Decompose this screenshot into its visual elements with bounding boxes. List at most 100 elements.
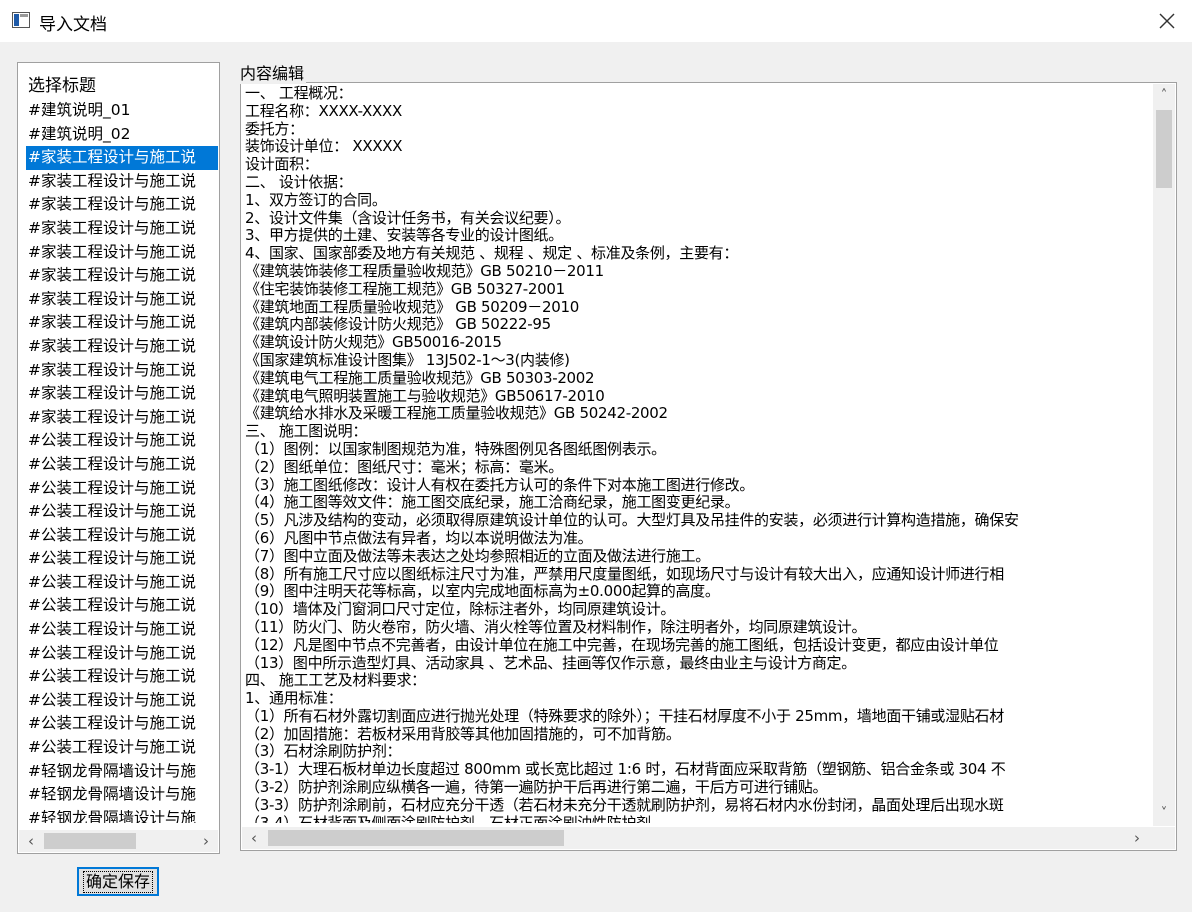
editor-text-line: （7）图中立面及做法等未表达之处均参照相近的立面及做法进行施工。	[245, 546, 710, 565]
editor-text-line: 2、设计文件集（含设计任务书，有关会议纪要）。	[245, 208, 571, 227]
editor-text-line: 《建筑内部装修设计防火规范》 GB 50222-95	[245, 315, 551, 334]
vertical-scrollbar-thumb[interactable]	[1156, 110, 1172, 188]
editor-text-line: （5）凡涉及结构的变动，必须取得原建筑设计单位的认可。大型灯具及吊挂件的安装，必…	[245, 511, 1019, 530]
title-list-item[interactable]: #轻钢龙骨隔墙设计与施	[26, 807, 218, 823]
editor-text-line: 1、通用标准：	[245, 689, 343, 708]
content-editor-text[interactable]: 一、 工程概况： 工程名称：XXXX-XXXX 委托方： 装饰设计单位： XXXXX 设…	[245, 85, 1151, 823]
close-icon	[1159, 13, 1175, 29]
title-list-item[interactable]: #公装工程设计与施工说	[26, 429, 218, 453]
confirm-save-button[interactable]: 确定保存	[77, 867, 159, 896]
title-list-item[interactable]: #家装工程设计与施工说	[26, 311, 218, 335]
editor-text-line: （6）凡图中节点做法有异者，均以本说明做法为准。	[245, 528, 593, 547]
editor-text-line: 装饰设计单位： XXXXX	[245, 137, 403, 156]
title-list-item[interactable]: #家装工程设计与施工说	[26, 170, 218, 194]
editor-text-line: 四、 施工工艺及材料要求：	[245, 671, 426, 690]
title-bar: 导入文档	[0, 0, 1192, 42]
editor-text-line: （1）图例：以国家制图规范为准，特殊图例见各图纸图例表示。	[245, 439, 666, 458]
window-title: 导入文档	[39, 15, 107, 35]
editor-text-line: 《住宅装饰装修工程施工规范》GB 50327-2001	[245, 279, 565, 298]
scroll-left-arrow-icon[interactable]: ‹	[246, 829, 262, 847]
close-button[interactable]	[1142, 0, 1192, 42]
editor-text-line: 工程名称：XXXX-XXXX	[245, 101, 402, 120]
horizontal-scrollbar-thumb[interactable]	[268, 830, 564, 846]
scroll-right-arrow-icon[interactable]: ›	[1129, 829, 1145, 847]
editor-text-line: （12）凡是图中节点不完善者，由设计单位在施工中完善，在现场完善的施工图纸，包括…	[245, 635, 999, 654]
scrollbar-thumb[interactable]	[44, 833, 136, 849]
editor-text-line: 4、国家、国家部委及地方有关规范 、规程 、规定 、标准及条例，主要有：	[245, 244, 739, 263]
editor-text-line: （2）图纸单位：图纸尺寸：毫米；标高：毫米。	[245, 457, 563, 476]
title-list-item[interactable]: #公装工程设计与施工说	[26, 477, 218, 501]
title-list-panel: 选择标题 #建筑说明_01 #建筑说明_02 #家装工程设计与施工说 #家装工程设计与…	[17, 62, 220, 854]
title-list-item[interactable]: #家装工程设计与施工说	[26, 217, 218, 241]
editor-text-line: 一、 工程概况：	[245, 85, 353, 102]
title-list[interactable]: #建筑说明_01 #建筑说明_02 #家装工程设计与施工说 #家装工程设计与施工说 #家…	[26, 99, 218, 823]
editor-text-line: （2）加固措施：若板材采用背胶等其他加固措施的，可不加背筋。	[245, 724, 681, 743]
editor-text-line: 二、 设计依据：	[245, 172, 353, 191]
editor-text-line: （3）施工图纸修改：设计人有权在委托方认可的条件下对本施工图进行修改。	[245, 475, 755, 494]
editor-text-line: （3）石材涂刷防护剂：	[245, 742, 402, 761]
title-list-item[interactable]: #家装工程设计与施工说	[26, 382, 218, 406]
title-list-item[interactable]: #公装工程设计与施工说	[26, 736, 218, 760]
scroll-up-arrow-icon[interactable]: ˄	[1156, 88, 1172, 104]
import-document-dialog: 导入文档 选择标题 #建筑说明_01 #建筑说明_02 #家装工程设计与施工说 #家装…	[0, 0, 1192, 912]
title-list-item[interactable]: #家装工程设计与施工说	[26, 288, 218, 312]
editor-text-line: （3-2）防护剂涂刷应纵横各一遍，待第一遍防护干后再进行第二遍，干后方可进行铺贴…	[245, 778, 828, 797]
scroll-right-arrow-icon[interactable]: ›	[198, 832, 214, 850]
title-list-horizontal-scrollbar[interactable]: ‹ ›	[19, 830, 218, 852]
editor-text-line: （1）所有石材外露切割面应进行抛光处理（特殊要求的除外）；干挂石材厚度不小于 2…	[245, 706, 1004, 725]
title-list-item[interactable]: #公装工程设计与施工说	[26, 547, 218, 571]
scroll-left-arrow-icon[interactable]: ‹	[23, 832, 39, 850]
title-list-item[interactable]: #公装工程设计与施工说	[26, 453, 218, 477]
title-list-item[interactable]: #建筑说明_01	[26, 99, 218, 123]
editor-text-line: 《建筑地面工程质量验收规范》 GB 50209－2010	[245, 297, 579, 316]
scrollbar-corner	[1153, 827, 1175, 849]
editor-text-line: 设计面积：	[245, 155, 319, 174]
editor-vertical-scrollbar[interactable]: ˄ ˅	[1153, 84, 1175, 826]
title-list-item[interactable]: #公装工程设计与施工说	[26, 500, 218, 524]
title-list-item[interactable]: #家装工程设计与施工说	[26, 193, 218, 217]
title-list-item[interactable]: #家装工程设计与施工说	[26, 335, 218, 359]
title-list-item[interactable]: #建筑说明_02	[26, 123, 218, 147]
editor-text-line: （8）所有施工尺寸应以图纸标注尺寸为准，严禁用尺度量图纸，如现场尺寸与设计有较大…	[245, 564, 1004, 583]
editor-text-line: （3-4）石材背面及侧面涂刷防护剂，石材正面涂刷油性防护剂。	[245, 813, 666, 823]
editor-text-line: 《建筑电气照明装置施工与验收规范》GB50617-2010	[245, 386, 605, 405]
editor-text-line: 《建筑给水排水及采暖工程施工质量验收规范》GB 50242-2002	[245, 404, 668, 423]
editor-text-line: 1、双方签订的合同。	[245, 190, 387, 209]
editor-text-line: （10）墙体及门窗洞口尺寸定位，除标注者外，均同原建筑设计。	[245, 600, 676, 619]
title-list-item[interactable]: #家装工程设计与施工说	[26, 359, 218, 383]
title-list-item[interactable]: #家装工程设计与施工说	[26, 146, 218, 170]
editor-text-line: 《建筑设计防火规范》GB50016-2015	[245, 333, 502, 352]
title-list-item[interactable]: #公装工程设计与施工说	[26, 665, 218, 689]
editor-text-line: 《建筑电气工程施工质量验收规范》GB 50303-2002	[245, 368, 595, 387]
editor-text-line: （3-1）大理石板材单边长度超过 800mm 或长宽比超过 1:6 时，石材背面…	[245, 760, 1006, 779]
title-list-item[interactable]: #轻钢龙骨隔墙设计与施	[26, 783, 218, 807]
editor-text-line: 委托方：	[245, 119, 304, 138]
title-list-item[interactable]: #家装工程设计与施工说	[26, 241, 218, 265]
title-list-item[interactable]: #公装工程设计与施工说	[26, 689, 218, 713]
editor-text-line: 3、甲方提供的土建、安装等各专业的设计图纸。	[245, 226, 563, 245]
editor-text-line: （9）图中注明天花等标高，以室内完成地面标高为±0.000起算的高度。	[245, 582, 720, 601]
title-list-item[interactable]: #公装工程设计与施工说	[26, 571, 218, 595]
title-list-item[interactable]: #公装工程设计与施工说	[26, 712, 218, 736]
title-list-item[interactable]: #家装工程设计与施工说	[26, 406, 218, 430]
title-list-item[interactable]: #公装工程设计与施工说	[26, 642, 218, 666]
document-window-icon	[12, 12, 30, 28]
editor-text-line: 《国家建筑标准设计图集》 13J502-1～3(内装修)	[245, 350, 570, 369]
editor-text-line: （4）施工图等效文件：施工图交底纪录，施工洽商纪录，施工图变更纪录。	[245, 493, 740, 512]
editor-text-line: （3-3）防护剂涂刷前，石材应充分干透（若石材未充分干透就刷防护剂，易将石材内水…	[245, 795, 1004, 814]
title-list-item[interactable]: #家装工程设计与施工说	[26, 264, 218, 288]
confirm-save-label: 确定保存	[82, 870, 153, 893]
editor-horizontal-scrollbar[interactable]: ‹ ›	[242, 827, 1153, 849]
editor-text-line: （13）图中所示造型灯具、活动家具 、艺术品、挂画等仅作示意，最终由业主与设计方…	[245, 653, 856, 672]
content-edit-label: 内容编辑	[240, 60, 307, 84]
title-list-item[interactable]: #公装工程设计与施工说	[26, 618, 218, 642]
title-list-item[interactable]: #公装工程设计与施工说	[26, 594, 218, 618]
title-list-header: 选择标题	[28, 76, 96, 96]
scroll-down-arrow-icon[interactable]: ˅	[1156, 806, 1172, 822]
content-editor[interactable]: 一、 工程概况： 工程名称：XXXX-XXXX 委托方： 装饰设计单位： XXXXX 设…	[240, 82, 1177, 851]
editor-text-line: 三、 施工图说明：	[245, 422, 368, 441]
title-list-item[interactable]: #公装工程设计与施工说	[26, 524, 218, 548]
editor-text-line: （11）防火门、防火卷帘，防火墙、消火栓等位置及材料制作，除注明者外，均同原建筑…	[245, 617, 867, 636]
editor-text-line: 《建筑装饰装修工程质量验收规范》GB 50210－2011	[245, 261, 604, 280]
title-list-item[interactable]: #轻钢龙骨隔墙设计与施	[26, 760, 218, 784]
